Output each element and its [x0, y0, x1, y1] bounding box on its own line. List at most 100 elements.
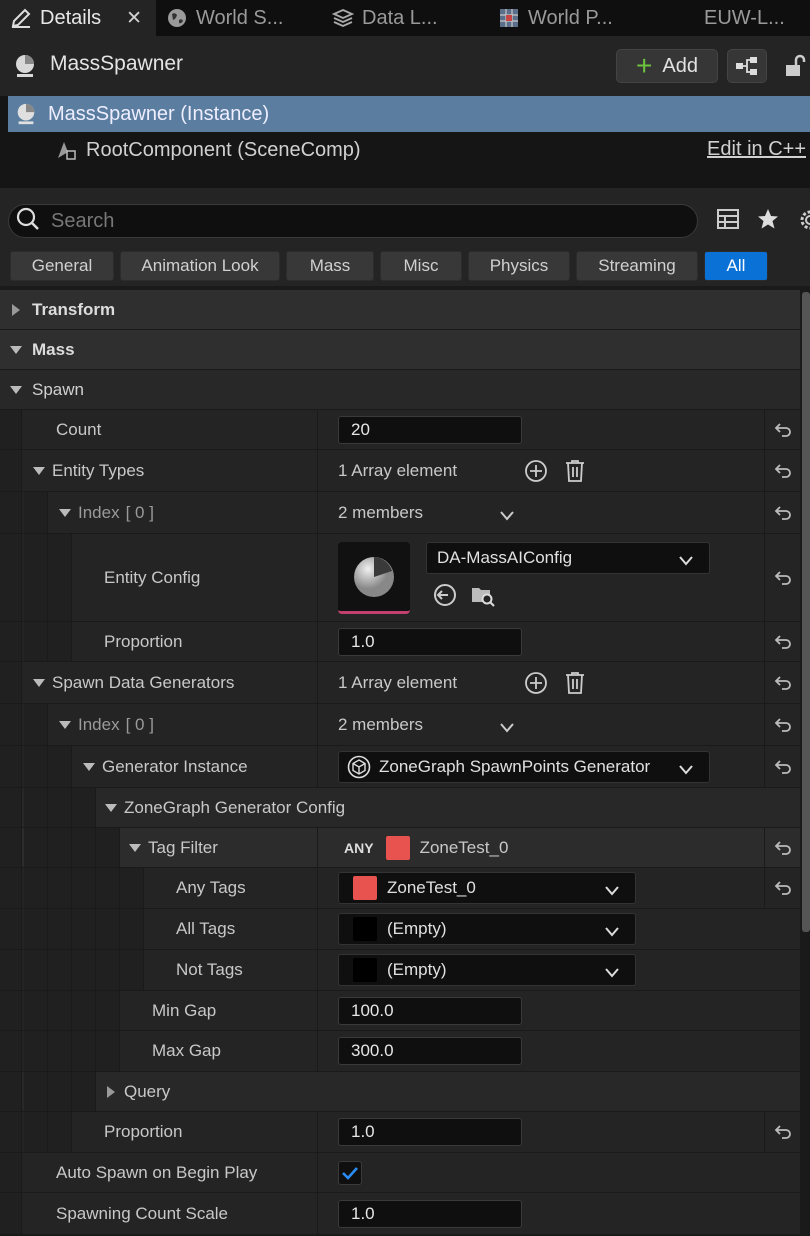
count-scale-input[interactable]: 1.0 — [338, 1199, 522, 1228]
prop-label: Proportion — [104, 631, 183, 651]
reset-icon[interactable] — [764, 746, 800, 787]
subcategory-spawn[interactable]: Spawn — [0, 370, 800, 410]
reset-icon[interactable] — [764, 704, 800, 745]
delete-icon[interactable] — [564, 459, 586, 488]
tag-mode: ANY — [344, 839, 374, 856]
prop-count: Count 20 — [0, 410, 800, 450]
prop-label: Any Tags — [176, 878, 246, 897]
reset-icon[interactable] — [764, 828, 800, 867]
scene-component-icon — [54, 138, 78, 162]
component-instance[interactable]: MassSpawner (Instance) — [8, 96, 810, 132]
collapse-arrow-icon[interactable] — [124, 843, 146, 853]
tab-euw[interactable]: EUW-L... — [678, 0, 810, 36]
lock-icon[interactable] — [784, 54, 806, 83]
component-root-label: RootComponent (SceneComp) — [86, 138, 361, 161]
expand-arrow-icon — [0, 303, 32, 317]
chevron-down-icon[interactable] — [500, 506, 514, 526]
generator-instance-combo[interactable]: ZoneGraph SpawnPoints Generator — [338, 751, 710, 783]
reset-icon[interactable] — [764, 868, 800, 908]
component-root[interactable]: RootComponent (SceneComp) — [0, 132, 810, 168]
tab-world-settings[interactable]: World S... — [156, 0, 322, 36]
index-value: [ 0 ] — [125, 502, 154, 522]
collapse-arrow-icon[interactable] — [54, 720, 76, 730]
tab-details[interactable]: Details ✕ — [0, 0, 156, 36]
filter-animation-look[interactable]: Animation Look — [120, 251, 280, 281]
grid-map-icon — [498, 7, 520, 29]
filter-all[interactable]: All — [704, 251, 768, 281]
add-component-button[interactable]: + Add — [616, 49, 718, 83]
prop-tag-filter: Tag Filter ANY ZoneTest_0 — [0, 828, 800, 868]
prop-label: Not Tags — [176, 960, 243, 979]
search-input[interactable] — [51, 209, 651, 233]
actor-icon — [12, 53, 38, 84]
proportion-input[interactable]: 1.0 — [338, 627, 522, 656]
prop-proportion: Proportion 1.0 — [0, 622, 800, 662]
prop-any-tags: Any Tags ZoneTest_0 — [0, 868, 800, 909]
tab-bar: Details ✕ World S... Data L... World P..… — [0, 0, 810, 36]
prop-label: Auto Spawn on Begin Play — [56, 1162, 258, 1182]
close-icon[interactable]: ✕ — [126, 7, 142, 30]
use-selected-icon[interactable] — [432, 582, 458, 613]
prop-label: Tag Filter — [148, 837, 218, 857]
prop-label: Entity Config — [104, 567, 201, 587]
asset-thumbnail[interactable] — [338, 542, 410, 614]
view-tools — [716, 208, 810, 237]
combo-value: ZoneTest_0 — [387, 878, 476, 897]
blueprint-button[interactable] — [727, 49, 767, 83]
reset-icon[interactable] — [764, 662, 800, 703]
table-view-icon[interactable] — [716, 208, 740, 237]
prop-label: Count — [56, 419, 102, 439]
star-icon[interactable] — [756, 208, 780, 237]
chevron-down-icon[interactable] — [500, 718, 514, 738]
min-gap-input[interactable]: 100.0 — [338, 996, 522, 1025]
gear-icon[interactable] — [796, 208, 810, 237]
collapse-arrow-icon[interactable] — [28, 466, 50, 476]
reset-icon[interactable] — [764, 622, 800, 661]
expand-arrow-icon[interactable] — [100, 1085, 122, 1099]
prop-entity-types: Entity Types 1 Array element — [0, 450, 800, 492]
search-box[interactable] — [8, 204, 698, 238]
actor-name: MassSpawner — [50, 52, 184, 75]
search-icon — [15, 206, 41, 237]
delete-icon[interactable] — [564, 671, 586, 700]
add-element-icon[interactable] — [524, 459, 548, 488]
reset-icon[interactable] — [764, 534, 800, 621]
scrollbar-thumb[interactable] — [802, 292, 810, 932]
browse-asset-icon[interactable] — [470, 582, 496, 613]
not-tags-combo[interactable]: (Empty) — [338, 954, 636, 986]
prop-label: Index — [78, 502, 120, 522]
reset-icon[interactable] — [764, 1112, 800, 1152]
tab-world-partition[interactable]: World P... — [488, 0, 678, 36]
any-tags-combo[interactable]: ZoneTest_0 — [338, 872, 636, 904]
category-mass[interactable]: Mass — [0, 330, 800, 370]
add-label: Add — [662, 54, 698, 77]
collapse-arrow-icon[interactable] — [28, 678, 50, 688]
max-gap-input[interactable]: 300.0 — [338, 1037, 522, 1065]
prop-label: All Tags — [176, 919, 236, 938]
filter-general[interactable]: General — [10, 251, 114, 281]
array-count: 1 Array element — [338, 460, 458, 480]
entity-config-combo[interactable]: DA-MassAIConfig — [426, 542, 710, 574]
prop-label: Query — [124, 1081, 171, 1101]
prop-label: Entity Types — [52, 460, 145, 480]
add-element-icon[interactable] — [524, 671, 548, 700]
collapse-arrow-icon[interactable] — [100, 803, 122, 813]
prop-auto-spawn: Auto Spawn on Begin Play — [0, 1153, 800, 1193]
reset-icon[interactable] — [764, 450, 800, 491]
reset-icon[interactable] — [764, 410, 800, 449]
collapse-arrow-icon[interactable] — [78, 762, 100, 772]
tag-color-swatch — [353, 876, 377, 900]
filter-physics[interactable]: Physics — [468, 251, 570, 281]
collapse-arrow-icon[interactable] — [54, 508, 76, 518]
filter-mass[interactable]: Mass — [286, 251, 374, 281]
filter-misc[interactable]: Misc — [380, 251, 462, 281]
count-input[interactable]: 20 — [338, 415, 522, 444]
edit-in-cpp-link[interactable]: Edit in C++ — [707, 138, 806, 161]
all-tags-combo[interactable]: (Empty) — [338, 913, 636, 945]
auto-spawn-checkbox[interactable] — [338, 1161, 362, 1185]
filter-streaming[interactable]: Streaming — [576, 251, 698, 281]
proportion-input[interactable]: 1.0 — [338, 1118, 522, 1146]
category-transform[interactable]: Transform — [0, 290, 800, 330]
reset-icon[interactable] — [764, 492, 800, 533]
tab-data-layers[interactable]: Data L... — [322, 0, 488, 36]
